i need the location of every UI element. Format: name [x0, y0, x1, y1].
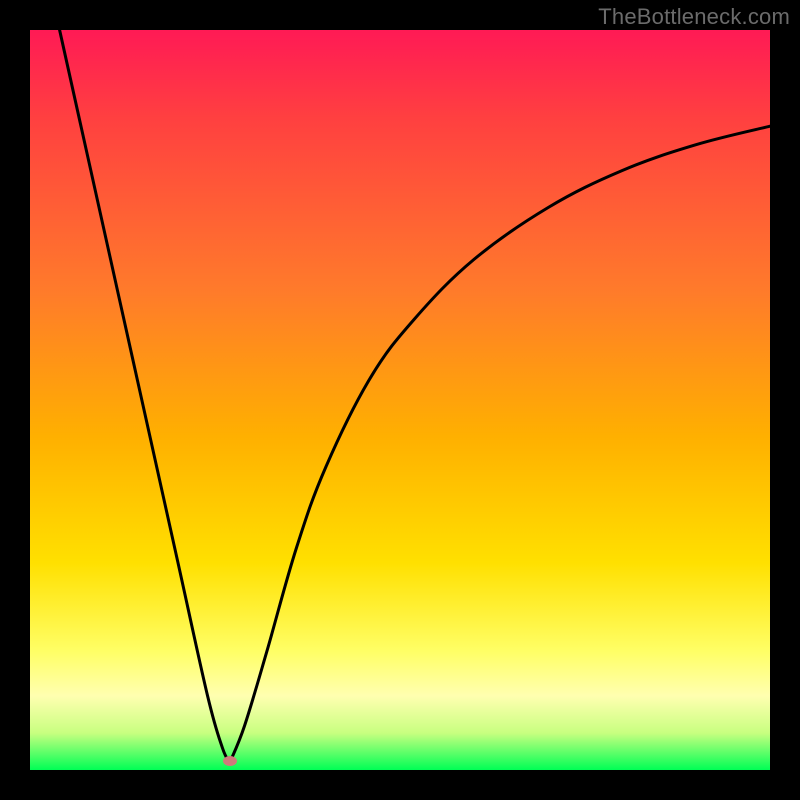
curve-left-branch — [60, 30, 230, 763]
optimum-marker — [223, 756, 237, 766]
bottleneck-curve — [30, 30, 770, 770]
curve-right-branch — [230, 126, 770, 762]
chart-frame: TheBottleneck.com — [0, 0, 800, 800]
watermark-text: TheBottleneck.com — [598, 4, 790, 30]
